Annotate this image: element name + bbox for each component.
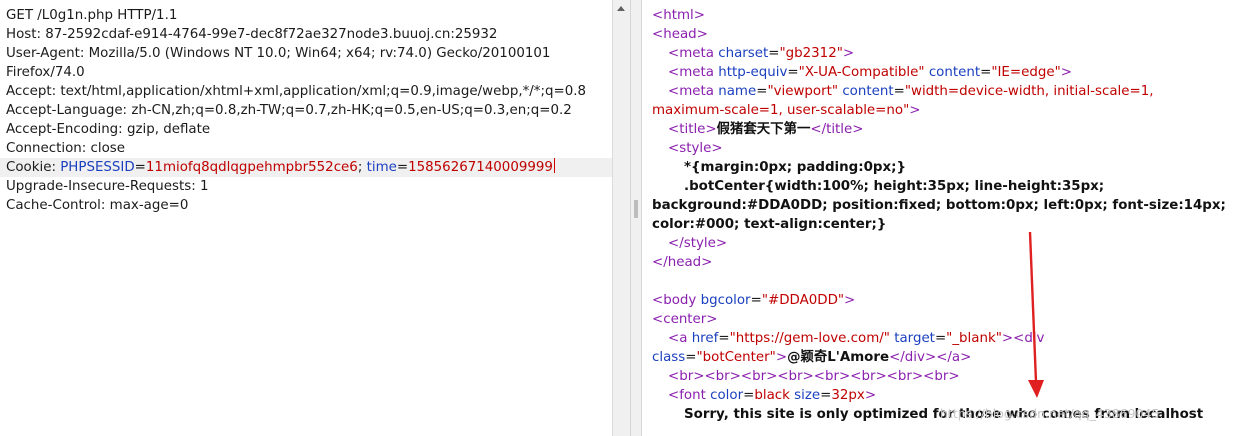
arrow-head [1028,380,1044,398]
annotation-arrow-icon [1028,231,1044,398]
watermark: https://blog.csdn.net/qq_43869045 [940,406,1160,421]
arrow-shaft [1028,231,1038,383]
